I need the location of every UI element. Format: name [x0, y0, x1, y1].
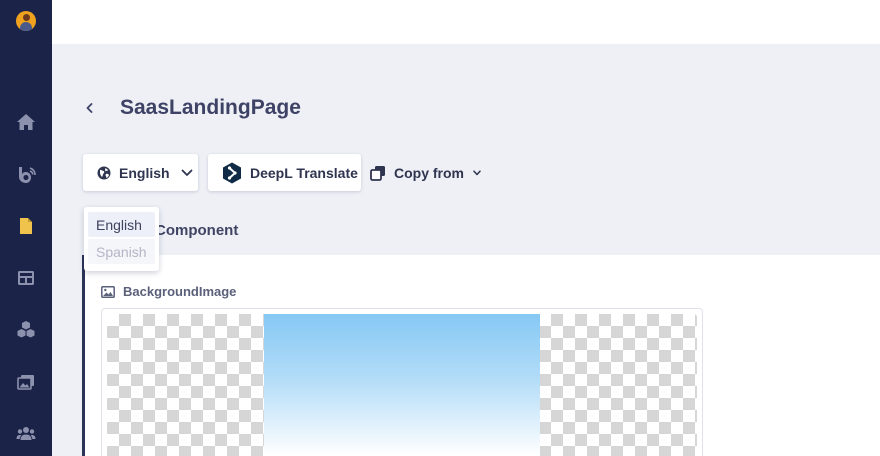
top-bar [52, 0, 880, 44]
section-title: Component [155, 222, 239, 239]
language-option-spanish[interactable]: Spanish [88, 239, 155, 264]
deepl-translate-label: DeepL Translate [250, 164, 358, 181]
document-icon[interactable] [14, 214, 38, 238]
field-label: BackgroundImage [101, 284, 236, 299]
background-image [264, 314, 540, 456]
layout-icon[interactable] [14, 266, 38, 290]
language-dropdown: English Spanish [84, 207, 159, 271]
page-title: SaasLandingPage [120, 96, 301, 119]
chevron-left-icon [86, 103, 92, 113]
deepl-logo-icon [223, 162, 241, 183]
sidebar [0, 0, 52, 456]
language-select-button[interactable]: English [83, 154, 198, 191]
image-icon [101, 285, 115, 298]
language-option-english[interactable]: English [88, 212, 155, 237]
chevron-down-icon [473, 169, 481, 175]
user-avatar[interactable] [16, 11, 36, 31]
copy-icon [370, 165, 385, 181]
blog-icon[interactable] [14, 163, 38, 187]
media-icon[interactable] [14, 370, 38, 394]
users-icon[interactable] [14, 422, 38, 446]
globe-icon [97, 166, 111, 179]
copy-from-label: Copy from [394, 164, 464, 181]
back-button[interactable] [80, 98, 98, 118]
language-label: English [119, 164, 170, 181]
background-image-label: BackgroundImage [123, 284, 237, 299]
chevron-down-icon [181, 169, 192, 176]
cubes-icon[interactable] [14, 318, 38, 342]
home-icon[interactable] [14, 110, 38, 134]
deepl-translate-button[interactable]: DeepL Translate [208, 154, 361, 191]
copy-from-button[interactable]: Copy from [370, 154, 481, 191]
